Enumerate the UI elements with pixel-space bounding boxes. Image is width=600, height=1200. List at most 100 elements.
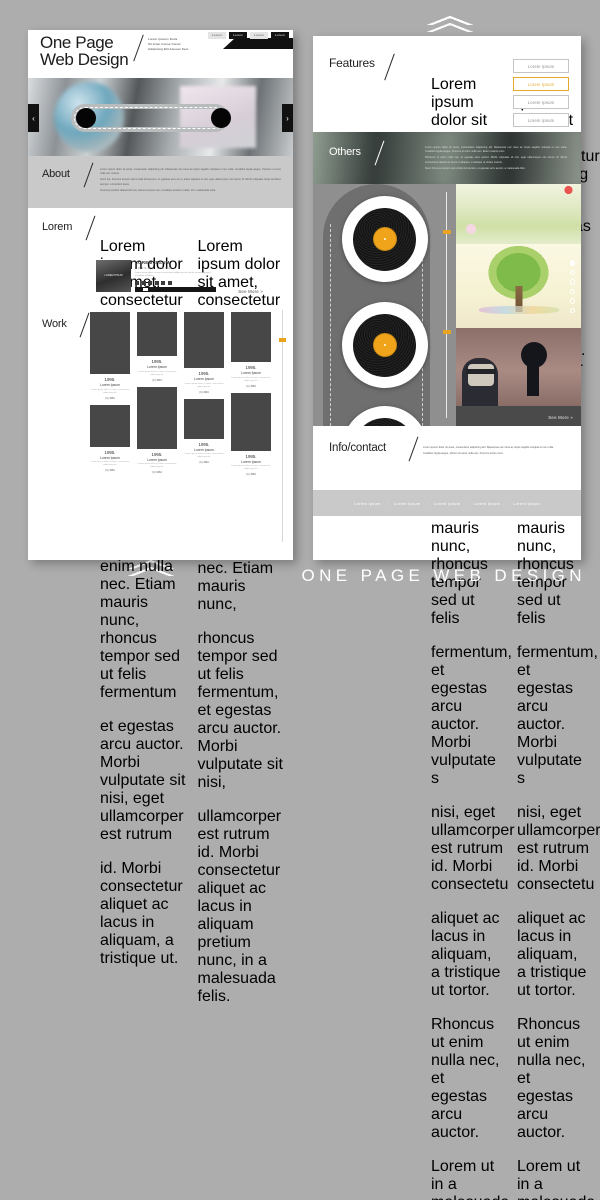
footer-link-3[interactable]: Lorem Ipsum <box>434 501 461 506</box>
gallery-image-village[interactable] <box>456 184 581 244</box>
work-copyright: (C) 1984 <box>199 390 209 394</box>
about-section: About Lorem ipsum dolor sit amet, consec… <box>28 156 293 208</box>
hero-wheel-right <box>211 108 231 128</box>
prev-icon[interactable] <box>135 280 139 285</box>
work-title: Lorem Ipsum <box>194 377 214 381</box>
stop-icon[interactable] <box>161 280 165 285</box>
work-card[interactable]: 1995. Lorem Ipsum Lorem ipsum dolor sit … <box>231 312 271 388</box>
rewind-icon[interactable] <box>141 280 146 285</box>
work-title: Lorem Ipsum <box>100 383 120 387</box>
work-thumbnail[interactable] <box>184 312 224 368</box>
player-thumbnail-caption: LOREM IPSUM <box>104 274 123 278</box>
slider-next-icon[interactable]: › <box>282 104 293 132</box>
footer-link-2[interactable]: Lorem Ipsum <box>394 501 421 506</box>
road-graphic-panel <box>313 184 456 426</box>
work-copyright: (C) 1984 <box>105 396 115 400</box>
feature-button-4[interactable]: Lorem Ipsum <box>513 113 569 127</box>
work-thumbnail[interactable] <box>231 312 271 362</box>
gallery-dot-1-active[interactable] <box>569 260 575 266</box>
work-thumbnail[interactable] <box>137 312 177 356</box>
gallery-image-keyhole[interactable] <box>456 328 581 406</box>
lorem-c1-l5: id. Morbi consectetur aliquet ac lacus i… <box>100 860 183 967</box>
hero-slider[interactable]: ‹ › <box>28 78 293 156</box>
work-card[interactable]: 1995. Lorem Ipsum Lorem ipsum dolor sit … <box>184 312 224 394</box>
gallery-dot-3[interactable] <box>569 279 575 285</box>
vinyl-record-2[interactable] <box>341 302 428 388</box>
gallery-dot-5[interactable] <box>569 298 575 304</box>
vinyl-disc <box>353 417 416 426</box>
work-caption: 1995. Lorem Ipsum Lorem ipsum dolor sit … <box>184 439 224 465</box>
footer-link-4[interactable]: Lorem Ipsum <box>473 501 500 506</box>
nav-item-4[interactable]: Lorem <box>270 32 289 39</box>
footer-separator: / <box>426 500 428 506</box>
play-icon[interactable] <box>148 280 152 285</box>
feat-c2-l9: Lorem ut in a malesuada. <box>517 1158 600 1200</box>
player-progress-bar[interactable] <box>135 287 216 293</box>
pause-icon[interactable] <box>154 280 159 285</box>
feat-c2-l6: nisi, eget ullamcorper est rutrum id. Mo… <box>517 804 600 893</box>
work-copyright: (C) 1984 <box>105 469 115 473</box>
work-scroll-marker[interactable] <box>279 338 286 342</box>
site-logo[interactable]: One Page Web Design <box>40 34 129 69</box>
player-controls[interactable] <box>135 280 216 285</box>
gallery-dot-4[interactable] <box>569 288 575 294</box>
player-progress-handle[interactable] <box>143 288 148 292</box>
work-thumbnail[interactable] <box>90 312 130 374</box>
slider-prev-icon[interactable]: ‹ <box>28 104 39 132</box>
feature-button-2-active[interactable]: Lorem Ipsum <box>513 77 569 91</box>
work-scrollbar[interactable] <box>279 310 286 542</box>
showcase-scroll-marker-2[interactable] <box>442 330 451 334</box>
footer-separator: / <box>386 500 388 506</box>
footer-link-1[interactable]: Lorem Ipsum <box>354 501 381 506</box>
see-more-link-gallery[interactable]: See More » <box>548 415 573 420</box>
work-desc: Lorem ipsum dolor sit amet, consectetur … <box>90 461 130 467</box>
logo-line-2: Web Design <box>40 50 129 69</box>
vinyl-record-1[interactable] <box>341 196 428 282</box>
work-title: Lorem Ipsum <box>241 371 261 375</box>
logo-slash-decoration <box>133 34 144 62</box>
work-card[interactable]: 1995. Lorem Ipsum Lorem ipsum dolor sit … <box>90 312 130 400</box>
vinyl-spindle-hole <box>383 344 386 346</box>
gallery-dot-6[interactable] <box>569 307 575 313</box>
next-icon[interactable] <box>167 280 172 285</box>
footer-link-5[interactable]: Lorem Ipsum <box>513 501 540 506</box>
work-desc: Lorem ipsum dolor sit amet, consectetur … <box>184 453 224 459</box>
work-card[interactable]: 1995. Lorem Ipsum Lorem ipsum dolor sit … <box>90 404 130 473</box>
gallery-pagination-dots[interactable] <box>569 260 575 313</box>
work-thumbnail[interactable] <box>137 386 177 449</box>
gallery-dot-2[interactable] <box>569 269 575 275</box>
media-player-widget[interactable]: LOREM IPSUM LOREM IPSUM LOREM / IPSUM Lo… <box>96 260 216 293</box>
feature-button-1[interactable]: Lorem Ipsum <box>513 59 569 73</box>
work-thumbnail[interactable] <box>231 392 271 451</box>
poster-stage: Lorem Lorem Lorem Lorem One Page Web Des… <box>0 0 600 1200</box>
nav-item-2[interactable]: Lorem <box>228 32 247 39</box>
player-body: LOREM IPSUM LOREM / IPSUM Lorem ipsum do… <box>135 260 216 293</box>
work-thumbnail[interactable] <box>90 404 130 447</box>
vinyl-spindle-hole <box>383 238 386 240</box>
gallery-image-tree[interactable] <box>456 244 581 328</box>
nav-item-3[interactable]: Lorem <box>249 32 268 39</box>
see-more-link-lorem[interactable]: See More » <box>238 289 263 294</box>
work-card[interactable]: 1995. Lorem Ipsum Lorem ipsum dolor sit … <box>137 312 177 382</box>
showcase-scroll-marker-1[interactable] <box>442 230 451 234</box>
work-card[interactable]: 1995. Lorem Ipsum Lorem ipsum dolor sit … <box>137 386 177 474</box>
about-paragraph-3: Vivamus porttitor aliquet feli nisi, var… <box>100 188 217 192</box>
nav-item-1[interactable]: Lorem <box>207 32 226 39</box>
vinyl-label-hub <box>373 228 396 250</box>
feature-button-3[interactable]: Lorem Ipsum <box>513 95 569 109</box>
work-title: Lorem Ipsum <box>147 457 167 462</box>
work-thumbnail[interactable] <box>184 398 224 439</box>
hero-wheel-left <box>76 108 96 128</box>
showcase-scrollbar[interactable] <box>442 192 451 418</box>
work-card[interactable]: 1995. Lorem Ipsum Lorem ipsum dolor sit … <box>184 398 224 465</box>
features-heading: Features <box>329 53 395 81</box>
player-description: Lorem ipsum dolor sit amet consectetur a… <box>135 271 211 277</box>
main-navigation[interactable]: Lorem Lorem Lorem Lorem <box>207 32 289 39</box>
work-desc: Lorem ipsum dolor sit amet, consectetur … <box>137 463 177 469</box>
work-card[interactable]: 1995. Lorem Ipsum Lorem ipsum dolor sit … <box>231 392 271 476</box>
features-button-list[interactable]: Lorem Ipsum Lorem Ipsum Lorem Ipsum Lore… <box>513 59 569 127</box>
heading-slash-icon <box>85 215 96 241</box>
info-heading: Info/contact <box>329 436 419 462</box>
about-heading: About <box>42 162 94 188</box>
keyhole-stem <box>527 362 540 396</box>
